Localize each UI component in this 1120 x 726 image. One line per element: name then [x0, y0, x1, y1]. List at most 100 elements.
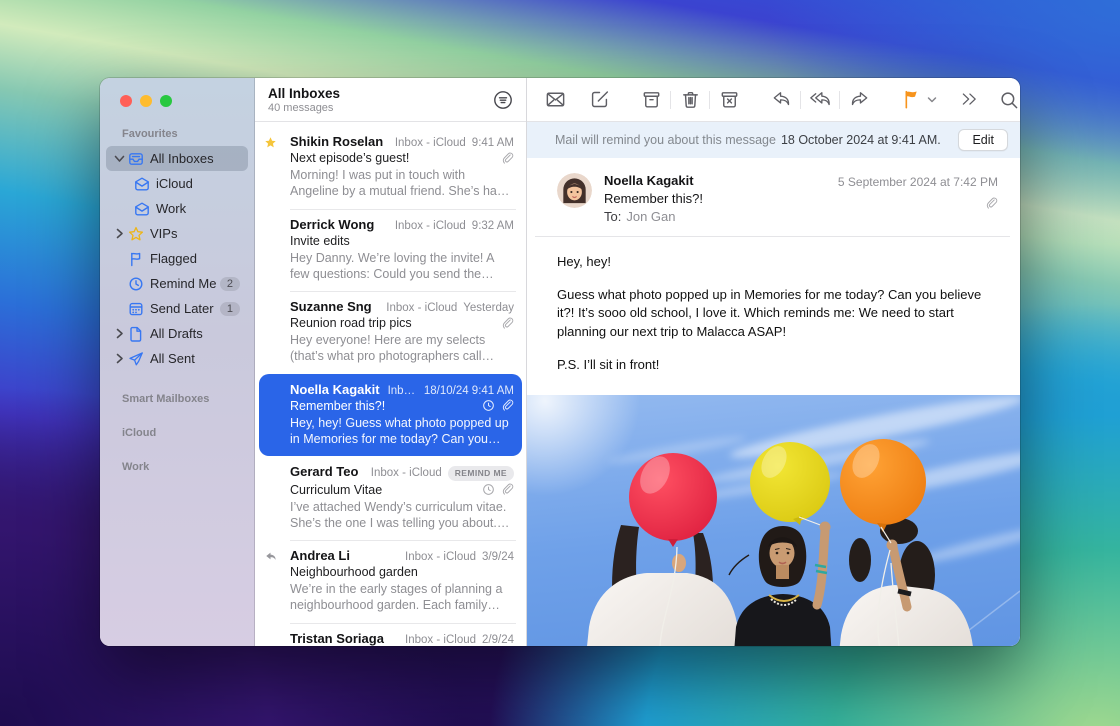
message-preview: Morning! I was put in touch with Angelin… — [290, 167, 514, 200]
sidebar-item-label: All Sent — [150, 351, 240, 366]
sidebar-item-label: VIPs — [150, 226, 240, 241]
message-time: 2/9/24 — [482, 634, 514, 646]
mailbox-title: All Inboxes — [268, 86, 490, 101]
archive-button[interactable] — [637, 85, 665, 115]
message-time: 18/10/24 9:41 AM — [424, 385, 514, 397]
get-mail-icon — [544, 88, 567, 111]
message-count: 40 messages — [268, 102, 490, 114]
message-sender: Shikin Roselan — [290, 134, 383, 149]
edit-reminder-button[interactable]: Edit — [958, 129, 1008, 151]
forward-button[interactable] — [845, 85, 873, 115]
envelope-icon — [132, 175, 152, 193]
message-subject: Reunion road trip pics — [290, 316, 493, 330]
sidebar-item-label: All Inboxes — [150, 151, 240, 166]
attachment-photo[interactable] — [527, 395, 1020, 646]
message-row-top: Tristan SoriagaInbox - iCloud2/9/24 — [290, 631, 514, 646]
zoom-button[interactable] — [160, 95, 172, 107]
message-row[interactable]: Suzanne SngInbox - iCloudYesterdayReunio… — [255, 291, 526, 374]
chevron-right-icon[interactable] — [112, 353, 126, 364]
compose-button[interactable] — [585, 85, 613, 115]
toolbar — [527, 78, 1020, 122]
message-row-subject: Invite edits — [290, 234, 514, 248]
get-mail-button[interactable] — [541, 85, 569, 115]
junk-button[interactable] — [715, 85, 743, 115]
compose-icon — [588, 88, 611, 111]
sender-name: Noella Kagakit — [604, 173, 838, 188]
window-controls — [100, 78, 254, 107]
more-button[interactable] — [955, 85, 983, 115]
message-mailbox: Inbox - iCloud — [395, 220, 466, 232]
sidebar-item-all-drafts[interactable]: All Drafts — [106, 321, 248, 346]
message-body: Hey, hey! Guess what photo popped up in … — [527, 237, 1020, 395]
sidebar-item-vips[interactable]: VIPs — [106, 221, 248, 246]
message-mailbox: Inbox - iCloud — [405, 551, 476, 563]
trash-button[interactable] — [676, 85, 704, 115]
flag-chevron-button[interactable] — [925, 85, 939, 115]
sidebar-item-remind-me[interactable]: Remind Me2 — [106, 271, 248, 296]
reply-all-button[interactable] — [806, 85, 834, 115]
sidebar-item-flagged[interactable]: Flagged — [106, 246, 248, 271]
avatar — [557, 173, 592, 208]
search-button[interactable] — [995, 85, 1020, 115]
sidebar-item-all-inboxes[interactable]: All Inboxes — [106, 146, 248, 171]
recipient-name: Jon Gan — [626, 209, 675, 224]
message-sender: Tristan Soriaga — [290, 631, 384, 646]
minimize-button[interactable] — [140, 95, 152, 107]
message-row[interactable]: Derrick WongInbox - iCloud9:32 AMInvite … — [255, 209, 526, 292]
message-row-subject: Next episode’s guest! — [290, 151, 514, 165]
message-row-top: Noella KagakitInbox - iCloud18/10/24 9:4… — [290, 382, 514, 397]
message-preview: Hey everyone! Here are my selects (that’… — [290, 332, 514, 365]
inbox-tray-icon — [126, 150, 146, 168]
reply-button[interactable] — [767, 85, 795, 115]
filter-button[interactable] — [490, 87, 516, 113]
sidebar-item-work[interactable]: Work — [106, 196, 248, 221]
sidebar-item-label: iCloud — [156, 176, 240, 191]
close-button[interactable] — [120, 95, 132, 107]
message-time: 9:32 AM — [472, 220, 514, 232]
archive-icon — [640, 88, 663, 111]
message-row[interactable]: Gerard TeoInbox - iCloudREMIND MECurricu… — [255, 456, 526, 540]
filter-icon — [492, 89, 514, 111]
message-sender: Noella Kagakit — [290, 382, 380, 397]
chevron-down-icon[interactable] — [112, 154, 126, 163]
junk-icon — [718, 88, 741, 111]
message-row[interactable]: Shikin RoselanInbox - iCloud9:41 AMNext … — [255, 126, 526, 209]
message-row-subject: Curriculum Vitae — [290, 483, 514, 497]
body-paragraph: Guess what photo popped up in Memories f… — [557, 286, 990, 341]
flag-button[interactable] — [897, 85, 925, 115]
unread-count-badge: 2 — [220, 277, 240, 291]
sidebar-section-header-icloud: iCloud — [122, 427, 254, 439]
sidebar-item-all-sent[interactable]: All Sent — [106, 346, 248, 371]
message-preview: We’re in the early stages of planning a … — [290, 581, 514, 614]
mailbox-sidebar: FavouritesAll InboxesiCloudWorkVIPsFlagg… — [100, 78, 255, 646]
sidebar-item-icloud[interactable]: iCloud — [106, 171, 248, 196]
reading-pane: Mail will remind you about this message … — [527, 78, 1020, 646]
message-row[interactable]: Tristan SoriagaInbox - iCloud2/9/24Las V… — [255, 623, 526, 647]
message-row-top: Derrick WongInbox - iCloud9:32 AM — [290, 217, 514, 232]
sidebar-item-label: Remind Me — [150, 276, 220, 291]
message-row[interactable]: Noella KagakitInbox - iCloud18/10/24 9:4… — [259, 374, 522, 457]
star-icon — [126, 225, 146, 243]
message-row[interactable]: Andrea LiInbox - iCloud3/9/24Neighbourho… — [255, 540, 526, 623]
message-date: 5 September 2024 at 7:42 PM — [838, 175, 998, 189]
sidebar-item-send-later[interactable]: Send Later1 — [106, 296, 248, 321]
message-list: All Inboxes 40 messages Shikin RoselanIn… — [255, 78, 527, 646]
clock-small-icon — [482, 399, 495, 412]
message-sender: Gerard Teo — [290, 464, 358, 479]
message-preview: Hey Danny. We’re loving the invite! A fe… — [290, 250, 514, 283]
unread-count-badge: 1 — [220, 302, 240, 316]
clock-small-icon — [482, 483, 495, 496]
body-paragraph: Hey, hey! — [557, 253, 990, 271]
calendar-icon — [126, 300, 146, 318]
toolbar-separator — [670, 91, 671, 109]
message-mailbox: Inbox - iCloud — [386, 302, 457, 314]
toolbar-separator — [709, 91, 710, 109]
reply-arrow-icon — [264, 550, 284, 563]
reminder-banner: Mail will remind you about this message … — [527, 122, 1020, 158]
chevron-right-icon[interactable] — [112, 228, 126, 239]
chevron-right-icon[interactable] — [112, 328, 126, 339]
message-subject-icons — [501, 152, 514, 165]
flag-icon — [900, 88, 923, 111]
paperplane-icon — [126, 350, 146, 368]
message-subject: Neighbourhood garden — [290, 565, 514, 579]
